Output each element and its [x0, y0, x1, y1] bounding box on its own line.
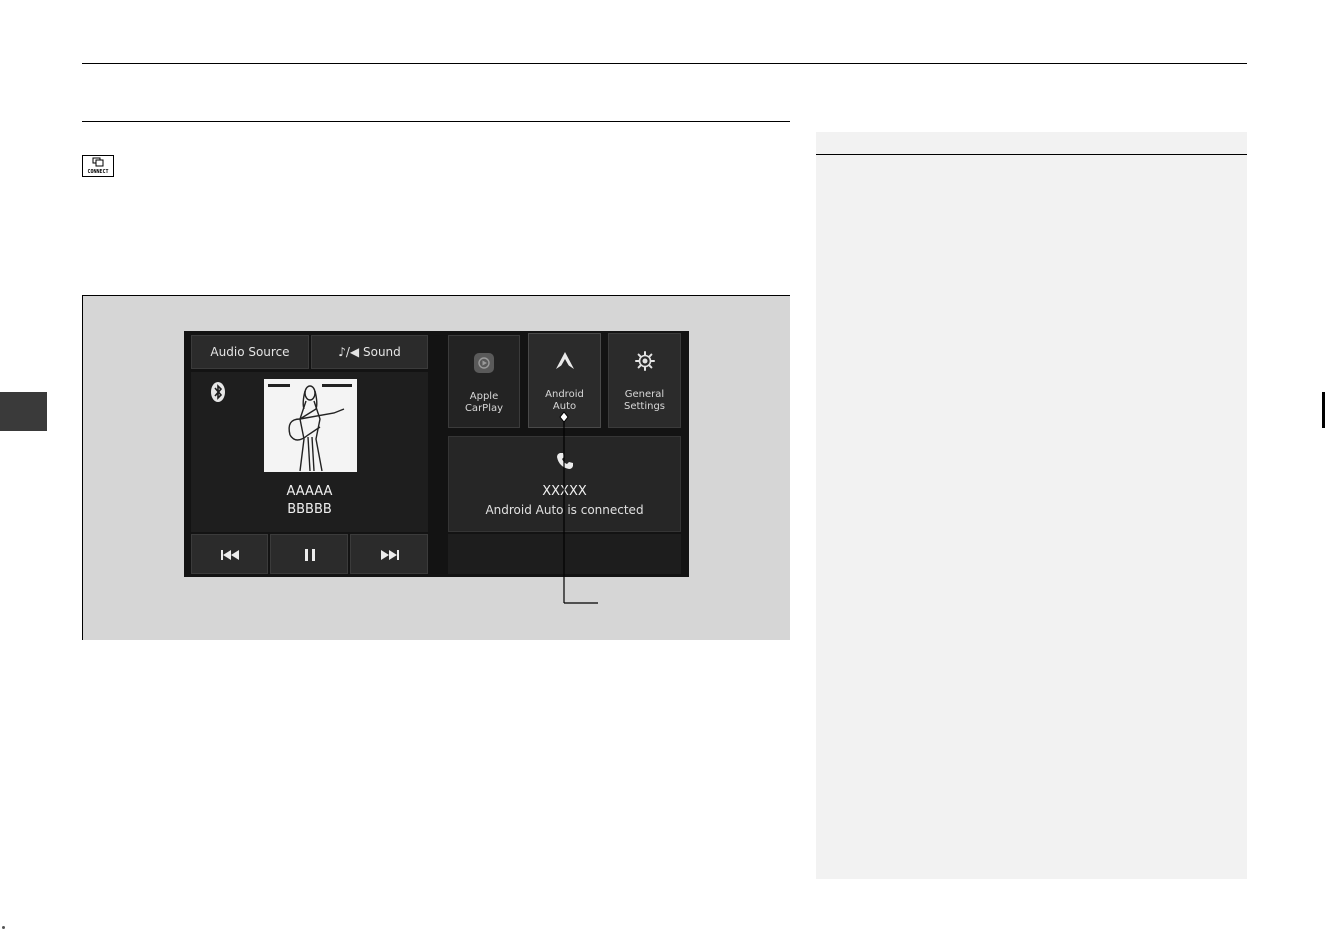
connect-glyph [92, 157, 104, 167]
track-artist: BBBBB [287, 502, 332, 517]
audio-source-button[interactable]: Audio Source [191, 335, 309, 369]
android-auto-label: Android Auto [545, 389, 584, 412]
connection-status: Android Auto is connected [485, 503, 644, 517]
pause-icon [305, 549, 315, 561]
notes-panel [816, 132, 1247, 879]
audio-source-label: Audio Source [210, 345, 290, 359]
chapter-tab [0, 392, 47, 431]
previous-track-button[interactable] [191, 534, 268, 574]
next-track-button[interactable] [350, 534, 428, 574]
general-settings-button[interactable]: General Settings [608, 333, 681, 428]
apple-carplay-button[interactable]: Apple CarPlay [448, 335, 520, 428]
device-name: XXXXX [542, 484, 587, 499]
connect-icon: CONNECT [82, 155, 114, 177]
next-track-icon [381, 550, 399, 560]
sound-button[interactable]: ♪/◀ Sound [311, 335, 428, 369]
corner-mark [2, 926, 5, 929]
apple-carplay-label: Apple CarPlay [464, 391, 504, 414]
phone-panel[interactable]: XXXXX Android Auto is connected [448, 436, 681, 532]
notes-header-rule [816, 154, 1247, 155]
album-art-image [264, 379, 357, 472]
android-auto-icon [555, 352, 574, 369]
bluetooth-icon [211, 382, 225, 402]
section-rule [82, 121, 790, 122]
album-art [264, 379, 357, 472]
android-auto-button[interactable]: Android Auto [528, 333, 601, 428]
phone-icon [557, 453, 573, 469]
track-title: AAAAA [286, 484, 333, 499]
gear-icon [634, 351, 655, 371]
carplay-icon [474, 353, 494, 373]
header-rule [82, 63, 1247, 64]
general-settings-label: General Settings [623, 389, 665, 412]
connect-label: CONNECT [87, 169, 109, 175]
phone-footer [448, 534, 681, 574]
previous-track-icon [221, 550, 239, 560]
head-unit-screen: Audio Source ♪/◀ Sound AAAAA BBBBB Apple… [184, 331, 689, 577]
sound-label: ♪/◀ Sound [338, 345, 401, 359]
pause-button[interactable] [270, 534, 348, 574]
